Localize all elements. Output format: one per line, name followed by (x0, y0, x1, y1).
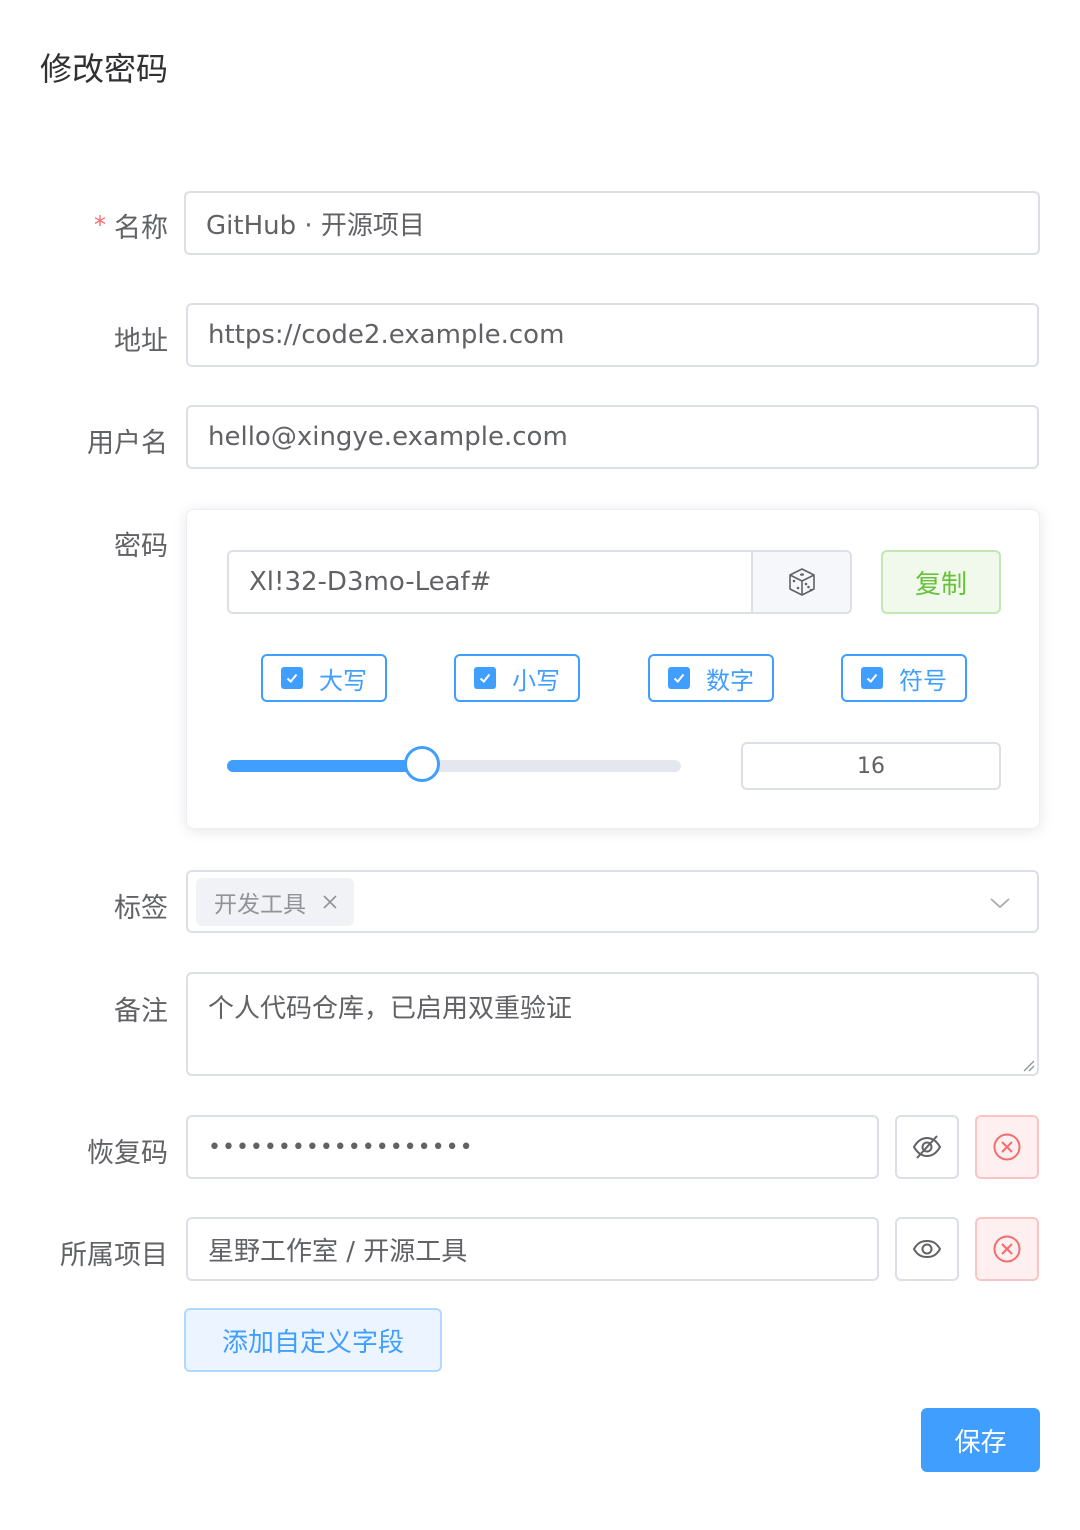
name-input[interactable]: GitHub · 开源项目 (184, 191, 1040, 255)
check-icon (286, 673, 298, 683)
required-mark: * (94, 211, 106, 239)
option-lowercase-checkbox[interactable]: 小写 (454, 654, 580, 702)
length-slider-handle[interactable] (404, 746, 441, 782)
toggle-visibility-button[interactable] (895, 1217, 959, 1281)
dice-icon (788, 568, 815, 596)
password-value: Xl!32-D3mo-Leaf# (249, 567, 492, 597)
tag-chip: 开发工具 (196, 878, 354, 926)
note-value: 个人代码仓库，已启用双重验证 (208, 994, 573, 1024)
length-slider[interactable] (227, 746, 681, 782)
length-value: 16 (857, 753, 885, 779)
tags-select[interactable]: 开发工具 (186, 870, 1039, 933)
delete-field-button[interactable] (975, 1115, 1039, 1179)
length-slider-fill (227, 760, 423, 772)
name-value: GitHub · 开源项目 (206, 210, 425, 241)
address-label: 地址 (114, 326, 168, 357)
password-label: 密码 (114, 531, 168, 562)
eye-icon (912, 1239, 942, 1259)
tag-label: 开发工具 (214, 892, 306, 918)
custom-field-value: ••••••••••••••••••• (208, 1134, 474, 1160)
delete-field-button[interactable] (975, 1217, 1039, 1281)
toggle-visibility-button[interactable] (895, 1115, 959, 1179)
save-button[interactable]: 保存 (921, 1408, 1040, 1472)
tag-remove-button[interactable] (322, 894, 338, 910)
close-icon (323, 895, 337, 909)
page-title: 修改密码 (40, 50, 169, 88)
resize-handle-icon[interactable] (1021, 1058, 1035, 1072)
custom-field-input[interactable]: ••••••••••••••••••• (186, 1115, 879, 1179)
checkbox-box (861, 667, 883, 689)
option-label: 数字 (706, 666, 754, 695)
password-input[interactable]: Xl!32-D3mo-Leaf# (229, 552, 751, 612)
length-input[interactable]: 16 (741, 742, 1001, 790)
option-digits-checkbox[interactable]: 数字 (648, 654, 774, 702)
chevron-down-icon (990, 898, 1010, 909)
generate-password-button[interactable] (751, 552, 850, 612)
password-input-group: Xl!32-D3mo-Leaf# (227, 550, 852, 614)
name-label: * 名称 (94, 206, 168, 245)
name-label-text: 名称 (114, 213, 168, 244)
tags-label: 标签 (114, 893, 168, 924)
note-label: 备注 (114, 996, 168, 1027)
username-input[interactable]: hello@xingye.example.com (186, 405, 1039, 469)
circle-x-icon (993, 1235, 1021, 1263)
checkbox-box (668, 667, 690, 689)
checkbox-box (474, 667, 496, 689)
check-icon (673, 673, 685, 683)
eye-off-icon (912, 1135, 942, 1159)
address-input[interactable]: https://code2.example.com (186, 303, 1039, 367)
option-label: 小写 (512, 666, 560, 695)
custom-field-value: 星野工作室 / 开源工具 (208, 1236, 468, 1267)
note-textarea[interactable]: 个人代码仓库，已启用双重验证 (186, 972, 1039, 1076)
option-label: 大写 (319, 666, 367, 695)
username-label: 用户名 (87, 428, 168, 459)
password-generator-panel: Xl!32-D3mo-Leaf# 复制 大写 小写 数字 符号 16 (186, 509, 1040, 829)
option-uppercase-checkbox[interactable]: 大写 (261, 654, 387, 702)
custom-field-label: 恢复码 (87, 1138, 168, 1169)
option-symbols-checkbox[interactable]: 符号 (841, 654, 967, 702)
option-label: 符号 (899, 666, 947, 695)
username-value: hello@xingye.example.com (208, 422, 568, 452)
check-icon (479, 673, 491, 683)
circle-x-icon (993, 1133, 1021, 1161)
copy-password-button[interactable]: 复制 (881, 550, 1001, 614)
custom-field-label: 所属项目 (60, 1240, 168, 1271)
address-value: https://code2.example.com (208, 320, 565, 350)
check-icon (866, 673, 878, 683)
custom-field-input[interactable]: 星野工作室 / 开源工具 (186, 1217, 879, 1281)
add-custom-field-button[interactable]: 添加自定义字段 (184, 1308, 442, 1372)
checkbox-box (281, 667, 303, 689)
